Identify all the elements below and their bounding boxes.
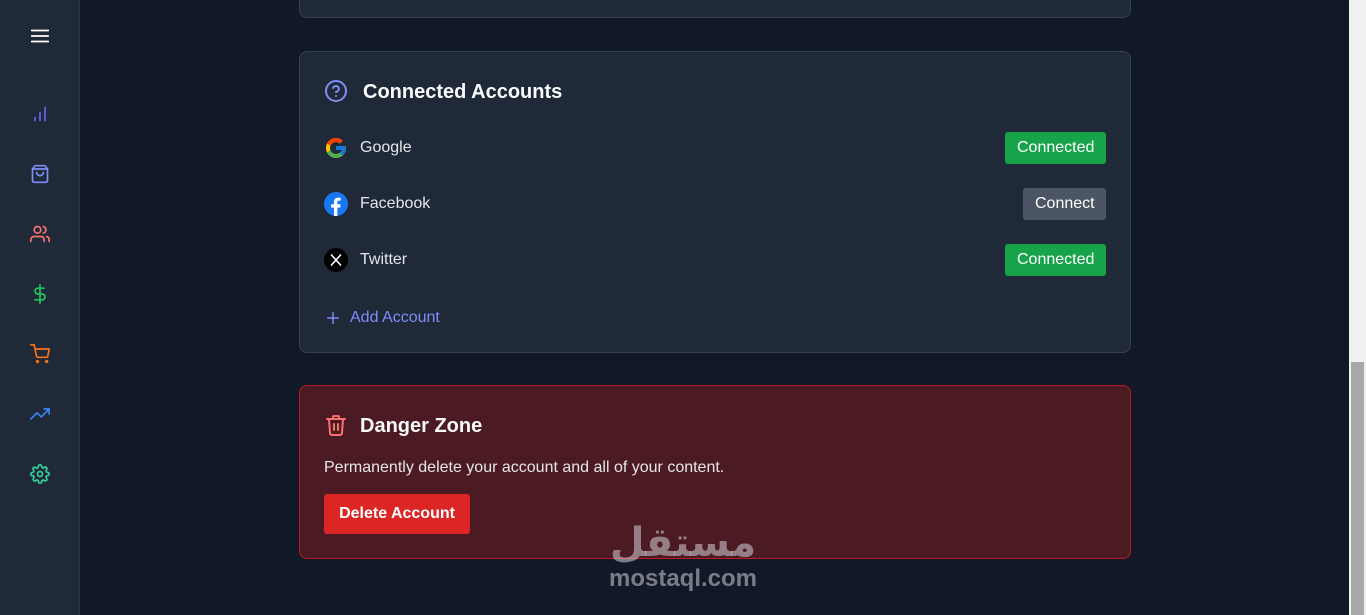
account-row-twitter: Twitter Connected (324, 244, 1106, 276)
help-circle-icon (324, 79, 348, 103)
sidebar-item-settings[interactable] (0, 454, 80, 494)
dollar-icon (34, 284, 46, 304)
google-connected-button[interactable]: Connected (1005, 132, 1106, 164)
shopping-cart-icon (30, 344, 50, 364)
settings-main: Connected Accounts Google Connected Face… (80, 0, 1349, 615)
sidebar-item-sales[interactable] (0, 274, 80, 314)
facebook-icon (324, 192, 348, 216)
previous-settings-card (299, 0, 1131, 18)
sidebar-item-orders[interactable] (0, 334, 80, 374)
menu-icon (30, 29, 50, 43)
sidebar-item-insights[interactable] (0, 394, 80, 434)
x-twitter-icon (324, 248, 348, 272)
connected-accounts-card: Connected Accounts Google Connected Face… (299, 51, 1131, 353)
danger-zone-description: Permanently delete your account and all … (324, 459, 725, 476)
trending-up-icon (30, 408, 50, 420)
settings-icon (30, 464, 50, 484)
scrollbar-thumb[interactable] (1351, 362, 1364, 615)
google-icon (324, 136, 348, 160)
account-name: Twitter (360, 251, 408, 268)
sidebar-item-users[interactable] (0, 214, 80, 254)
connected-accounts-title: Connected Accounts (363, 81, 563, 103)
shopping-bag-icon (31, 164, 49, 184)
add-account-label: Add Account (350, 309, 440, 326)
sidebar-item-analytics[interactable] (0, 94, 80, 134)
trash-icon (324, 413, 348, 437)
account-name: Google (360, 139, 412, 156)
sidebar (0, 0, 80, 615)
account-row-google: Google Connected (324, 132, 1106, 164)
sidebar-item-products[interactable] (0, 154, 80, 194)
delete-account-button[interactable]: Delete Account (324, 494, 470, 534)
danger-zone-title: Danger Zone (360, 415, 483, 437)
vertical-scrollbar[interactable] (1349, 0, 1366, 615)
danger-zone-card: Danger Zone Permanently delete your acco… (299, 385, 1131, 559)
add-account-link[interactable]: Add Account (324, 307, 440, 329)
bar-chart-icon (34, 106, 46, 122)
users-icon (30, 225, 50, 243)
facebook-connect-button[interactable]: Connect (1023, 188, 1106, 220)
account-row-facebook: Facebook Connect (324, 188, 1106, 220)
account-name: Facebook (360, 195, 431, 212)
menu-button[interactable] (0, 16, 80, 56)
twitter-connected-button[interactable]: Connected (1005, 244, 1106, 276)
plus-icon (324, 309, 342, 327)
